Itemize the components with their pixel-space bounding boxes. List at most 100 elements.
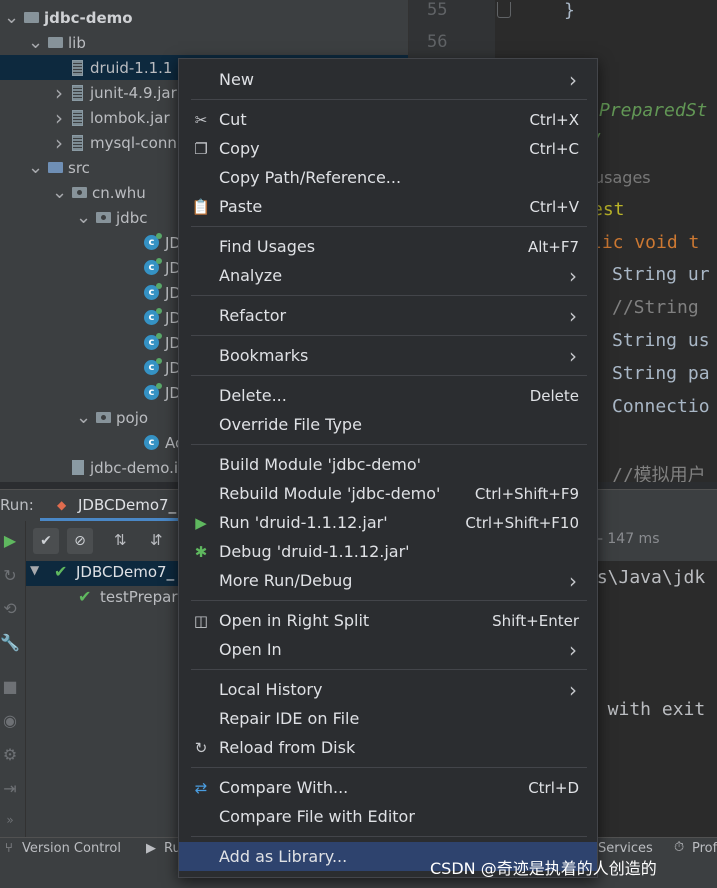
chevron-down-icon[interactable]: ⌄	[52, 183, 67, 201]
menu-item-more-run-debug[interactable]: More Run/Debug ›	[179, 566, 597, 595]
services-tab[interactable]: Services	[598, 841, 653, 856]
tree-item-label: cn.whu	[92, 183, 146, 202]
chevron-right-icon: ›	[569, 67, 577, 92]
rerun-failed-icon[interactable]: ↻	[0, 566, 20, 585]
menu-item-bookmarks[interactable]: Bookmarks ›	[179, 341, 597, 370]
menu-item-local-history[interactable]: Local History ›	[179, 675, 597, 704]
menu-item-build-module-jdbc-demo[interactable]: Build Module 'jdbc-demo'	[179, 450, 597, 479]
menu-separator	[191, 99, 587, 100]
menu-item-label: Compare File with Editor	[219, 807, 415, 826]
menu-item-refactor[interactable]: Refactor ›	[179, 301, 597, 330]
menu-item-label: Build Module 'jdbc-demo'	[219, 455, 422, 474]
menu-item-label: More Run/Debug	[219, 571, 353, 590]
module-file-icon	[72, 460, 84, 475]
menu-item-debug-druid-1-1-12-jar[interactable]: ✱ Debug 'druid-1.1.12.jar'	[179, 537, 597, 566]
test-class-icon: c	[144, 308, 162, 325]
show-passed-button[interactable]: ✔	[33, 528, 59, 554]
menu-item-cut[interactable]: ✂ Cut Ctrl+X	[179, 105, 597, 134]
menu-item-label: Debug 'druid-1.1.12.jar'	[219, 542, 410, 561]
run-side-toolbar: ▶ ↻ ⟲ 🔧 ■ ◉ ⚙ ⇥ »	[0, 521, 26, 837]
compare-icon: ⇄	[194, 778, 208, 797]
branch-icon: ⑂	[5, 841, 13, 856]
menu-item-analyze[interactable]: Analyze ›	[179, 261, 597, 290]
chevron-down-icon[interactable]: ▼	[30, 563, 39, 577]
menu-item-find-usages[interactable]: Find Usages Alt+F7	[179, 232, 597, 261]
more-icon[interactable]: »	[0, 813, 20, 827]
menu-item-label: Override File Type	[219, 415, 362, 434]
sort-duration-icon[interactable]: ⇵	[150, 531, 163, 549]
camera-icon[interactable]: ◉	[0, 711, 20, 730]
menu-item-copy[interactable]: ❐ Copy Ctrl+C	[179, 134, 597, 163]
settings-wrench-icon[interactable]: 🔧	[0, 633, 20, 652]
menu-item-new[interactable]: New ›	[179, 65, 597, 94]
menu-item-open-in[interactable]: Open In ›	[179, 635, 597, 664]
version-control-tab[interactable]: Version Control	[22, 841, 121, 856]
console-line: d with exit	[586, 699, 706, 720]
code-line: String ur	[612, 264, 710, 285]
menu-item-label: Refactor	[219, 306, 287, 325]
menu-item-compare-file-with-editor[interactable]: Compare File with Editor	[179, 802, 597, 831]
menu-item-copy-path-reference[interactable]: Copy Path/Reference...	[179, 163, 597, 192]
menu-item-compare-with[interactable]: ⇄ Compare With... Ctrl+D	[179, 773, 597, 802]
test-child-label: testPrepar	[100, 588, 178, 606]
chevron-down-icon[interactable]: ⌄	[28, 158, 43, 176]
chevron-down-icon[interactable]: ⌄	[4, 8, 19, 26]
tree-item-label: jdbc-demo	[44, 8, 133, 27]
menu-separator	[191, 836, 587, 837]
code-line: PreparedSt	[599, 100, 708, 121]
fold-marker-icon[interactable]	[497, 2, 511, 18]
show-ignored-button[interactable]: ⊘	[67, 528, 93, 554]
tree-item-label: junit-4.9.jar	[90, 83, 177, 102]
test-class-icon: c	[144, 383, 162, 400]
chevron-right-icon[interactable]: ›	[52, 81, 66, 105]
menu-item-label: Rebuild Module 'jdbc-demo'	[219, 484, 441, 503]
chevron-down-icon[interactable]: ⌄	[76, 208, 91, 226]
run-config-tab[interactable]: JDBCDemo7_	[78, 496, 176, 514]
menu-item-shortcut: Ctrl+D	[528, 778, 579, 797]
menu-item-label: Reload from Disk	[219, 738, 356, 757]
menu-item-paste[interactable]: 📋 Paste Ctrl+V	[179, 192, 597, 221]
chevron-right-icon[interactable]: ›	[52, 106, 66, 130]
profiler-tab[interactable]: Prof	[692, 841, 717, 856]
sort-alpha-icon[interactable]: ⇅	[114, 531, 127, 549]
menu-item-shortcut: Alt+F7	[527, 237, 579, 256]
chevron-down-icon[interactable]: ⌄	[76, 408, 91, 426]
tree-item-label: mysql-conn	[90, 133, 177, 152]
menu-item-reload-from-disk[interactable]: ↻ Reload from Disk	[179, 733, 597, 762]
menu-item-rebuild-module-jdbc-demo[interactable]: Rebuild Module 'jdbc-demo' Ctrl+Shift+F9	[179, 479, 597, 508]
rerun-icon[interactable]: ▶	[0, 531, 20, 550]
menu-item-shortcut: Ctrl+Shift+F9	[474, 484, 579, 503]
tree-row[interactable]: ⌄ jdbc-demo	[0, 5, 408, 30]
tree-row[interactable]: ⌄ lib	[0, 30, 408, 55]
test-class-icon: c	[144, 258, 162, 275]
menu-item-delete[interactable]: Delete... Delete	[179, 381, 597, 410]
line-number: 56	[427, 32, 448, 52]
menu-item-label: Repair IDE on File	[219, 709, 360, 728]
reload-icon: ↻	[194, 738, 208, 757]
jar-icon	[72, 59, 83, 76]
toggle-auto-test-icon[interactable]: ⟲	[0, 599, 20, 618]
menu-item-label: New	[219, 70, 254, 89]
menu-item-repair-ide-on-file[interactable]: Repair IDE on File	[179, 704, 597, 733]
stop-icon[interactable]: ■	[0, 677, 20, 696]
menu-item-label: Run 'druid-1.1.12.jar'	[219, 513, 388, 532]
chevron-down-icon[interactable]: ⌄	[28, 33, 43, 51]
menu-item-shortcut: Ctrl+Shift+F10	[465, 513, 579, 532]
menu-item-override-file-type[interactable]: Override File Type	[179, 410, 597, 439]
menu-separator	[191, 375, 587, 376]
code-line: lic void t	[591, 232, 700, 253]
menu-item-shortcut: Delete	[529, 386, 579, 405]
menu-item-label: Analyze	[219, 266, 283, 285]
context-menu[interactable]: New › ✂ Cut Ctrl+X ❐ Copy Ctrl+C Copy Path/Refer…	[178, 58, 598, 878]
tree-item-label: lombok.jar	[90, 108, 170, 127]
exit-icon[interactable]: ⇥	[0, 779, 20, 798]
menu-item-open-in-right-split[interactable]: ◫ Open in Right Split Shift+Enter	[179, 606, 597, 635]
source-folder-icon	[48, 162, 63, 173]
paste-icon: 📋	[191, 197, 211, 216]
run-config-icon: ◆	[57, 498, 67, 512]
menu-item-shortcut: Shift+Enter	[492, 611, 579, 630]
menu-item-run-druid-1-1-12-jar[interactable]: ▶ Run 'druid-1.1.12.jar' Ctrl+Shift+F10	[179, 508, 597, 537]
menu-item-label: Bookmarks	[219, 346, 309, 365]
gear-icon[interactable]: ⚙	[0, 745, 20, 764]
chevron-right-icon[interactable]: ›	[52, 131, 66, 155]
